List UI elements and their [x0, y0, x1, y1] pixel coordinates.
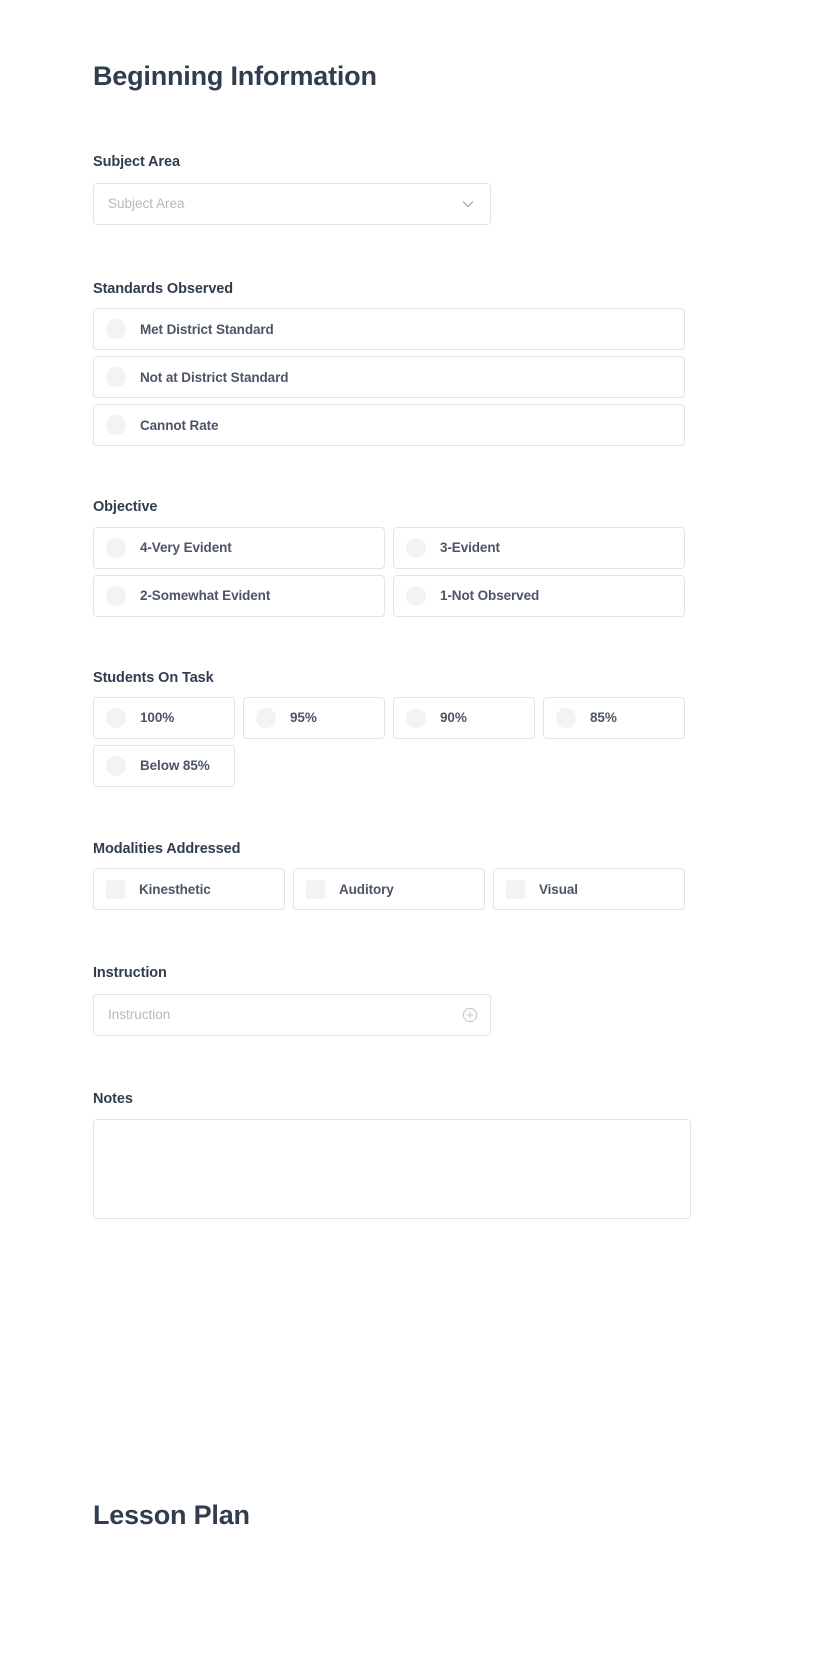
option-not-at-district-standard[interactable]: Not at District Standard	[93, 356, 685, 399]
option-4-very-evident[interactable]: 4-Very Evident	[93, 526, 385, 569]
option-label: 85%	[590, 710, 617, 726]
instruction-input[interactable]: Instruction	[93, 993, 491, 1036]
option-label: Cannot Rate	[140, 417, 219, 433]
radio-icon[interactable]	[406, 537, 426, 558]
standards-observed-section: Standards Observed Met District Standard…	[93, 280, 693, 447]
form-page: Beginning Information Subject Area Subje…	[0, 0, 840, 1680]
subject-area-section: Subject Area Subject Area	[93, 154, 693, 225]
option-95-percent[interactable]: 95%	[243, 696, 385, 739]
notes-textarea[interactable]	[93, 1119, 691, 1220]
option-100-percent[interactable]: 100%	[93, 696, 235, 739]
option-met-district-standard[interactable]: Met District Standard	[93, 308, 685, 351]
option-85-percent[interactable]: 85%	[543, 696, 685, 739]
page-title: Beginning Information	[93, 61, 377, 91]
radio-icon[interactable]	[106, 537, 126, 558]
lesson-plan-title: Lesson Plan	[93, 1500, 250, 1531]
option-label: Met District Standard	[140, 321, 274, 337]
radio-icon[interactable]	[406, 707, 426, 728]
radio-icon[interactable]	[556, 707, 576, 728]
standards-observed-options: Met District Standard Not at District St…	[93, 308, 693, 447]
subject-area-placeholder: Subject Area	[108, 196, 185, 212]
subject-area-select[interactable]: Subject Area	[93, 182, 491, 225]
option-label: Not at District Standard	[140, 369, 289, 385]
students-on-task-options: 100% 95% 90% 85% Below 85%	[93, 696, 693, 787]
option-3-evident[interactable]: 3-Evident	[393, 526, 685, 569]
radio-icon[interactable]	[106, 415, 126, 436]
option-kinesthetic[interactable]: Kinesthetic	[93, 868, 285, 911]
option-visual[interactable]: Visual	[493, 868, 685, 911]
option-90-percent[interactable]: 90%	[393, 696, 535, 739]
modalities-addressed-options: Kinesthetic Auditory Visual	[93, 868, 693, 911]
option-label: 2-Somewhat Evident	[140, 588, 271, 604]
option-label: 3-Evident	[440, 540, 500, 556]
option-label: 95%	[290, 710, 317, 726]
option-label: Visual	[539, 881, 578, 897]
objective-label: Objective	[93, 499, 158, 516]
option-below-85-percent[interactable]: Below 85%	[93, 744, 235, 787]
modalities-addressed-section: Modalities Addressed Kinesthetic Auditor…	[93, 840, 693, 911]
checkbox-icon[interactable]	[306, 879, 325, 899]
radio-icon[interactable]	[106, 707, 126, 728]
checkbox-icon[interactable]	[106, 879, 125, 899]
form-container: Beginning Information Subject Area Subje…	[93, 0, 693, 1532]
radio-icon[interactable]	[106, 367, 126, 388]
radio-icon[interactable]	[406, 585, 426, 606]
objective-section: Objective 4-Very Evident 3-Evident 2-Som…	[93, 499, 693, 617]
option-label: 1-Not Observed	[440, 588, 540, 604]
instruction-label: Instruction	[93, 965, 167, 982]
subject-area-select-box[interactable]: Subject Area	[93, 182, 491, 225]
radio-icon[interactable]	[256, 707, 276, 728]
modalities-addressed-label: Modalities Addressed	[93, 840, 241, 857]
radio-icon[interactable]	[106, 319, 126, 340]
option-2-somewhat-evident[interactable]: 2-Somewhat Evident	[93, 574, 385, 617]
subject-area-label: Subject Area	[93, 154, 180, 171]
checkbox-icon[interactable]	[506, 879, 525, 899]
radio-icon[interactable]	[106, 755, 126, 776]
lesson-plan-section: Lesson Plan	[93, 1499, 693, 1531]
notes-label: Notes	[93, 1090, 133, 1107]
option-label: Kinesthetic	[139, 881, 211, 897]
option-label: Below 85%	[140, 758, 210, 774]
notes-section: Notes	[93, 1091, 693, 1224]
chevron-down-icon[interactable]	[460, 196, 476, 212]
radio-icon[interactable]	[106, 585, 126, 606]
option-label: 90%	[440, 710, 467, 726]
option-auditory[interactable]: Auditory	[293, 868, 485, 911]
option-label: Auditory	[339, 881, 394, 897]
option-cannot-rate[interactable]: Cannot Rate	[93, 404, 685, 447]
instruction-placeholder: Instruction	[108, 1007, 171, 1023]
objective-options: 4-Very Evident 3-Evident 2-Somewhat Evid…	[93, 526, 693, 617]
option-1-not-observed[interactable]: 1-Not Observed	[393, 574, 685, 617]
standards-observed-label: Standards Observed	[93, 280, 234, 297]
instruction-section: Instruction Instruction	[93, 965, 693, 1036]
option-label: 100%	[140, 710, 175, 726]
students-on-task-section: Students On Task 100% 95% 90% 85% Below …	[93, 670, 693, 787]
instruction-input-wrap[interactable]: Instruction	[93, 993, 491, 1036]
students-on-task-label: Students On Task	[93, 669, 214, 686]
option-label: 4-Very Evident	[140, 540, 232, 556]
plus-circle-icon[interactable]	[462, 1007, 478, 1023]
